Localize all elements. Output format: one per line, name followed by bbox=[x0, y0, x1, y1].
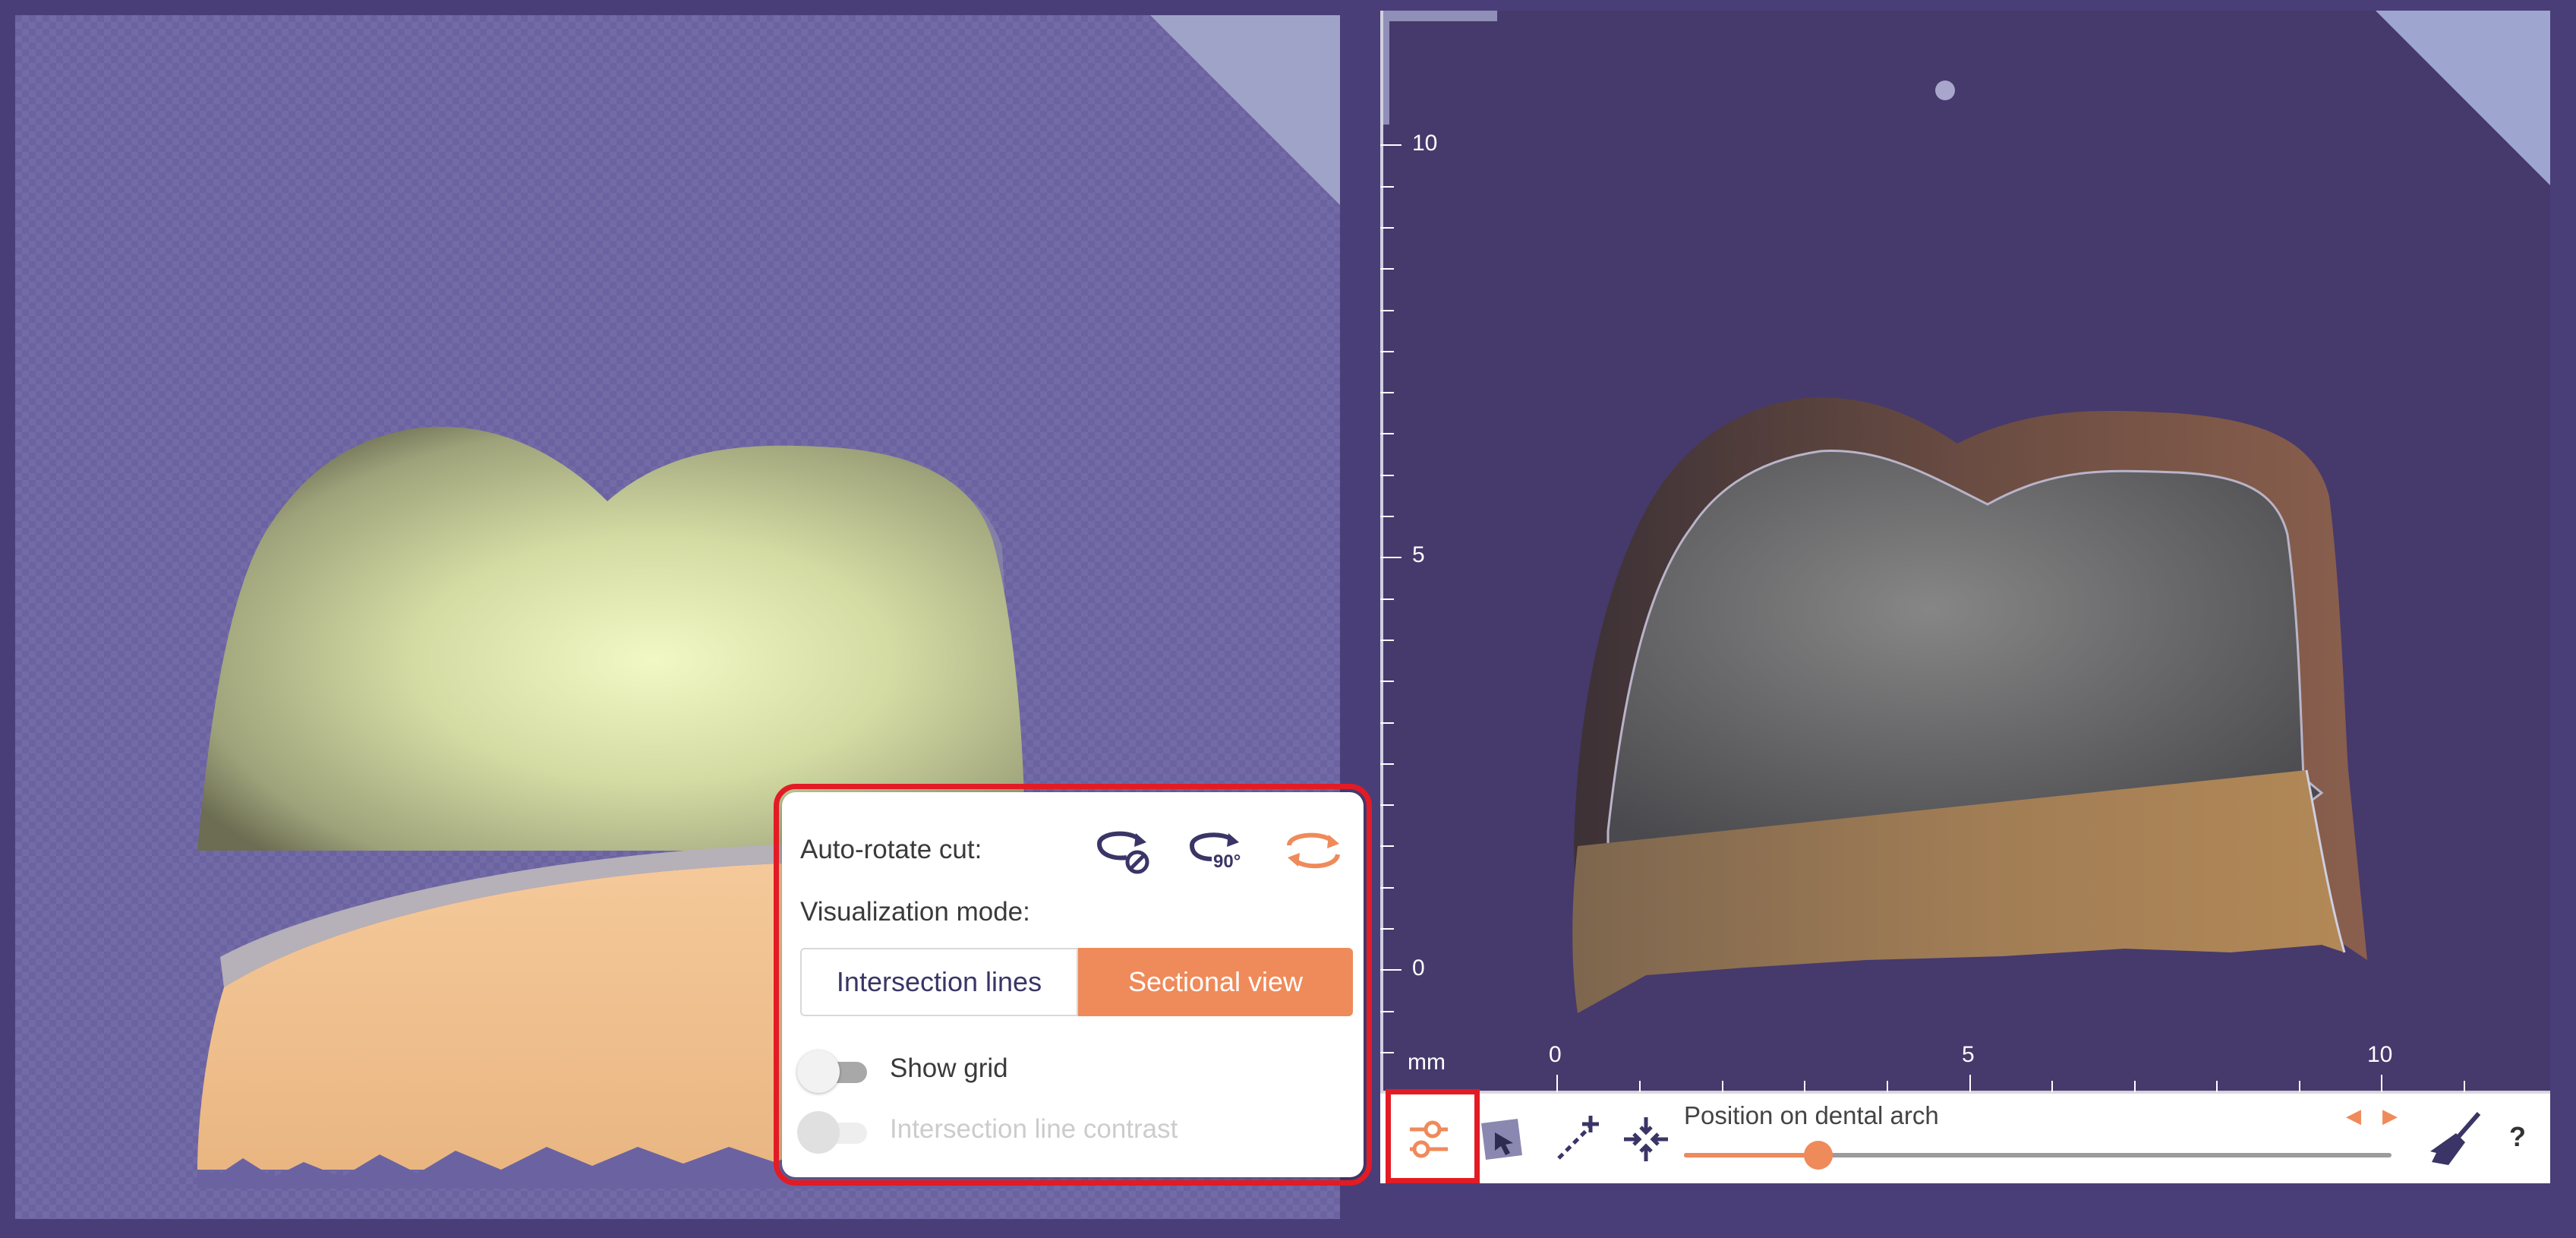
tooth-cross-section bbox=[1572, 397, 2367, 1013]
visualization-mode-label: Visualization mode: bbox=[800, 897, 1030, 927]
measure-line-icon bbox=[1557, 1116, 1599, 1160]
intersection-line-contrast-label: Intersection line contrast bbox=[890, 1114, 1178, 1144]
dental-arch-slider-thumb[interactable] bbox=[1804, 1141, 1833, 1170]
right-section-viewport[interactable]: 10 5 0 mm 0 5 10 bbox=[1380, 11, 2550, 1093]
toggle-knob bbox=[797, 1111, 840, 1154]
auto-rotate-label: Auto-rotate cut: bbox=[800, 835, 982, 864]
auto-rotate-off-button[interactable] bbox=[1093, 824, 1154, 877]
rotate-auto-icon bbox=[1287, 832, 1340, 869]
hand-pointer-icon bbox=[1481, 1119, 1522, 1160]
dental-arch-slider-fill bbox=[1684, 1153, 1819, 1157]
broom-icon bbox=[2430, 1112, 2481, 1165]
section-settings-popup: Auto-rotate cut: 90° Visualization mode:… bbox=[774, 784, 1372, 1186]
sectional-view-option[interactable]: Sectional view bbox=[1078, 948, 1353, 1016]
auto-rotate-90-button[interactable]: 90° bbox=[1186, 824, 1254, 877]
slider-label: Position on dental arch bbox=[1684, 1101, 1939, 1129]
clear-button[interactable] bbox=[2424, 1107, 2488, 1171]
rotate-90-label: 90° bbox=[1213, 851, 1241, 872]
measure-button[interactable] bbox=[1546, 1107, 1610, 1171]
help-button[interactable]: ? bbox=[2509, 1121, 2526, 1153]
settings-button-highlight bbox=[1386, 1089, 1480, 1183]
section-toolbar: Position on dental arch ◀ ▶ ? bbox=[1380, 1092, 2550, 1183]
auto-rotate-on-button[interactable] bbox=[1283, 824, 1344, 877]
intersection-lines-option[interactable]: Intersection lines bbox=[800, 948, 1078, 1016]
toggle-knob bbox=[797, 1050, 840, 1093]
step-left-button[interactable]: ◀ bbox=[2346, 1104, 2361, 1128]
show-grid-label: Show grid bbox=[890, 1053, 1008, 1083]
step-right-button[interactable]: ▶ bbox=[2382, 1104, 2398, 1128]
center-arrows-icon bbox=[1624, 1117, 1668, 1161]
center-view-button[interactable] bbox=[1614, 1107, 1678, 1171]
rotate-disabled-icon bbox=[1097, 831, 1149, 874]
